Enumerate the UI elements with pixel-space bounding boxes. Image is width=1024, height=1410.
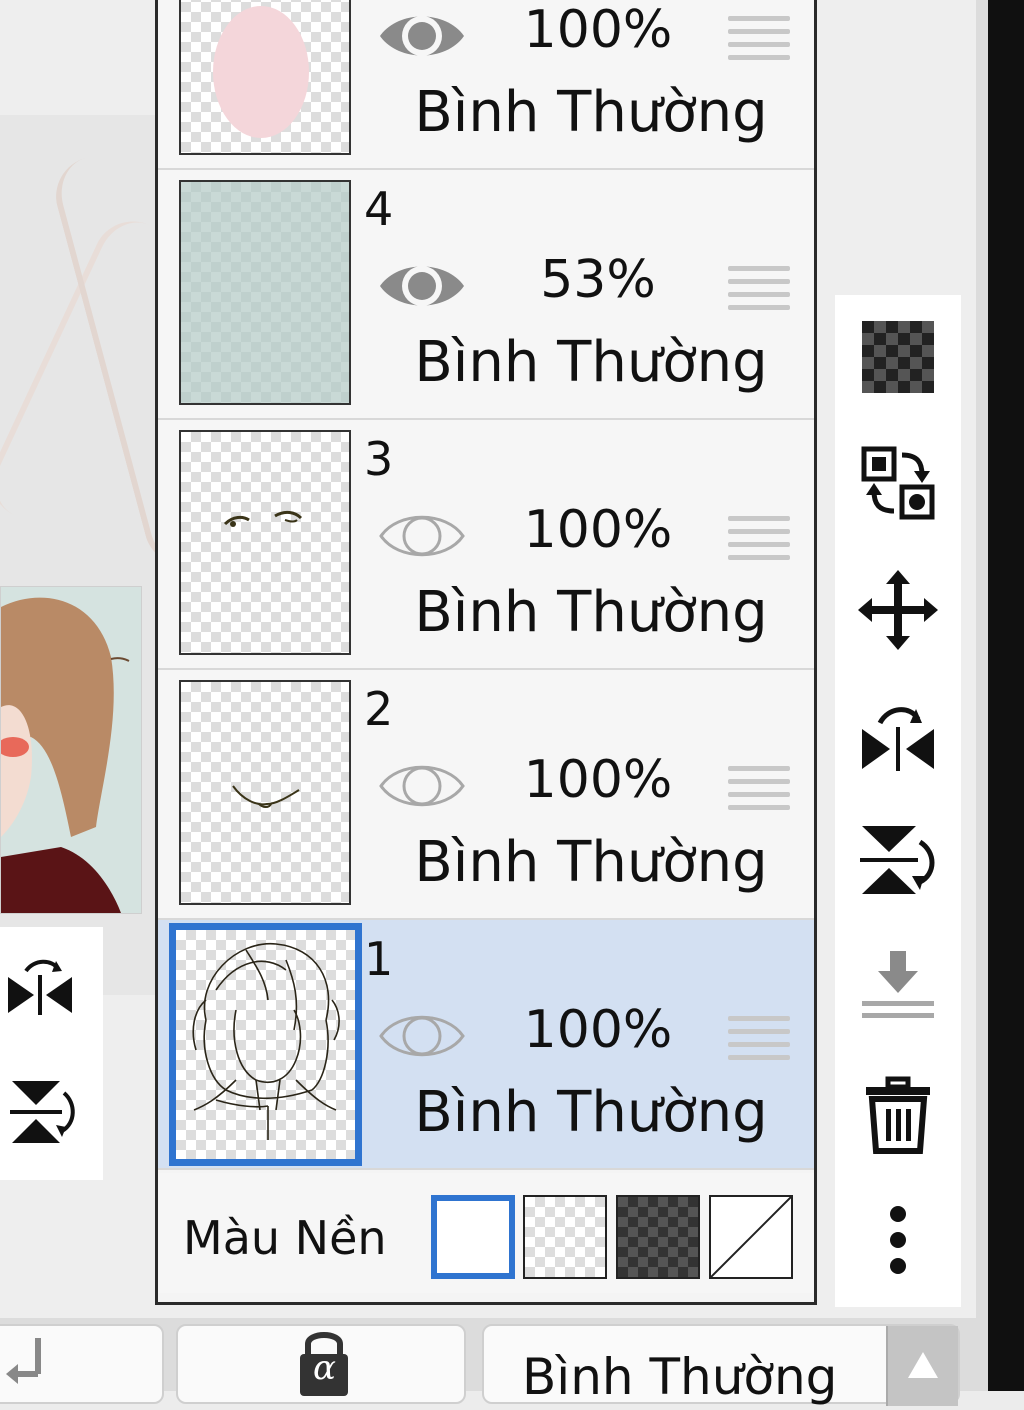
layer-opacity[interactable]: 53% [488,250,708,310]
layer-row[interactable]: 2 100% Bình Thường [158,670,814,920]
drag-handle-icon[interactable] [728,516,790,566]
flip-vertical-icon[interactable] [4,1077,76,1149]
layer-row[interactable]: 4 53% Bình Thường [158,170,814,420]
layer-number: 3 [364,432,394,486]
layer-blend-mode[interactable]: Bình Thường [406,830,776,895]
layer-blend-mode[interactable]: Bình Thường [406,330,776,395]
clipping-arrow-icon [6,1338,41,1384]
layer-panel: 100% Bình Thường 4 53% Bình Thường 3 100… [155,0,817,1305]
background-color-row: Màu Nền [158,1173,814,1293]
layer-thumbnail[interactable] [169,923,362,1166]
background-none-swatch[interactable] [709,1195,793,1279]
merge-down-icon[interactable] [858,947,938,1027]
layer-number: 4 [364,182,394,236]
layer-thumbnail[interactable] [179,180,351,405]
eye-off-icon[interactable] [378,504,466,568]
bottom-bar: α Bình Thường [0,1318,976,1406]
panel-gutter [976,0,988,1391]
background-white-swatch[interactable] [431,1195,515,1279]
screen-edge [988,0,1024,1391]
layer-row[interactable]: 100% Bình Thường [158,0,814,170]
layer-opacity[interactable]: 100% [488,500,708,560]
layer-row[interactable]: 3 100% Bình Thường [158,420,814,670]
more-icon[interactable] [858,1200,938,1280]
layer-opacity[interactable]: 100% [488,1000,708,1060]
layer-thumbnail[interactable] [179,680,351,905]
drag-handle-icon[interactable] [728,266,790,316]
chevron-up-icon[interactable] [886,1326,958,1406]
background-checker-swatch[interactable] [523,1195,607,1279]
layer-number: 1 [364,932,394,986]
transparency-icon[interactable] [858,317,938,397]
layer-thumbnail[interactable] [179,430,351,655]
layer-blend-mode[interactable]: Bình Thường [406,580,776,645]
flip-horizontal-icon[interactable] [858,695,938,775]
move-icon[interactable] [858,570,938,650]
eye-icon[interactable] [378,254,466,318]
alpha-symbol: α [313,1348,336,1388]
layer-thumbnail[interactable] [179,0,351,155]
blend-mode-select[interactable]: Bình Thường [482,1324,960,1406]
left-tool-panel [0,927,103,1180]
layer-blend-mode[interactable]: Bình Thường [406,80,776,145]
eye-icon[interactable] [378,4,466,68]
trash-icon[interactable] [858,1075,938,1155]
swap-layers-icon[interactable] [858,443,938,523]
drag-handle-icon[interactable] [728,766,790,816]
layer-row-selected[interactable]: 1 100% Bình Thường [158,920,814,1170]
drag-handle-icon[interactable] [728,1016,790,1066]
eye-off-icon[interactable] [378,1004,466,1068]
layer-opacity[interactable]: 100% [488,0,708,60]
layer-tools-toolbar [835,295,961,1307]
background-dark-checker-swatch[interactable] [616,1195,700,1279]
clipping-button[interactable] [0,1324,164,1404]
background-color-label: Màu Nền [183,1211,387,1265]
eye-off-icon[interactable] [378,754,466,818]
flip-horizontal-icon[interactable] [4,955,76,1027]
drag-handle-icon[interactable] [728,16,790,66]
blend-mode-value: Bình Thường [522,1348,838,1406]
alpha-lock-button[interactable]: α [176,1324,466,1404]
canvas-preview-thumbnail[interactable] [0,586,142,914]
layer-opacity[interactable]: 100% [488,750,708,810]
flip-vertical-icon[interactable] [858,820,938,900]
layer-blend-mode[interactable]: Bình Thường [406,1080,776,1145]
layer-number: 2 [364,682,394,736]
